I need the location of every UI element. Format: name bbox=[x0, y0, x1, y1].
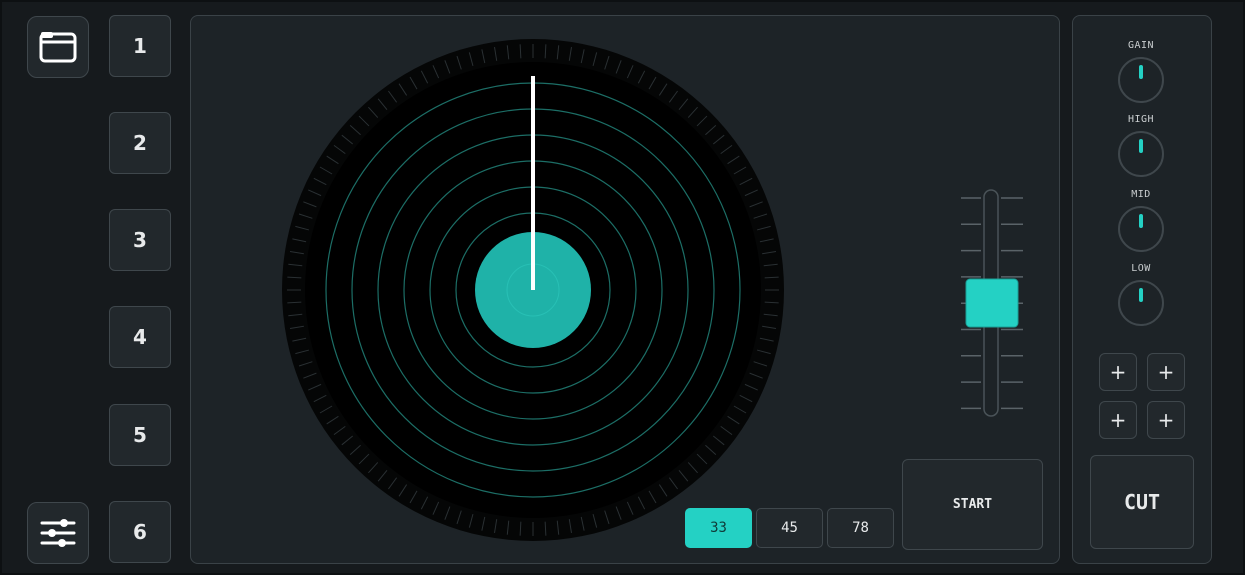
plus-icon: + bbox=[1109, 360, 1127, 384]
settings-button[interactable] bbox=[27, 502, 89, 564]
folder-button[interactable] bbox=[27, 16, 89, 78]
plus-icon: + bbox=[1157, 408, 1175, 432]
mid-knob[interactable] bbox=[1118, 206, 1164, 252]
plus-button-2[interactable]: + bbox=[1147, 353, 1185, 391]
high-knob[interactable] bbox=[1118, 131, 1164, 177]
tonearm-needle bbox=[531, 76, 535, 290]
pad-button-6[interactable]: 6 bbox=[109, 501, 171, 563]
pad-label: 6 bbox=[133, 520, 147, 544]
speed-45-button[interactable]: 45 bbox=[756, 508, 823, 548]
folder-icon bbox=[39, 32, 77, 63]
deck-panel: 33 45 78 START bbox=[190, 15, 1060, 564]
start-button[interactable]: START bbox=[902, 459, 1043, 550]
low-knob[interactable] bbox=[1118, 280, 1164, 326]
pad-label: 5 bbox=[133, 423, 147, 447]
speed-78-button[interactable]: 78 bbox=[827, 508, 894, 548]
pad-label: 1 bbox=[133, 34, 147, 58]
pad-label: 2 bbox=[133, 131, 147, 155]
knob-indicator bbox=[1139, 65, 1143, 79]
pad-button-2[interactable]: 2 bbox=[109, 112, 171, 174]
sliders-icon bbox=[40, 519, 76, 547]
knob-label-mid: MID bbox=[1131, 189, 1151, 200]
speed-label: 45 bbox=[781, 520, 798, 536]
cut-label: CUT bbox=[1123, 490, 1161, 514]
speed-33-button[interactable]: 33 bbox=[685, 508, 752, 548]
pad-label: 3 bbox=[133, 228, 147, 252]
fader-handle[interactable] bbox=[965, 278, 1019, 328]
knob-label-gain: GAIN bbox=[1127, 40, 1155, 51]
pitch-fader[interactable] bbox=[956, 186, 1026, 426]
knob-indicator bbox=[1139, 139, 1143, 153]
plus-icon: + bbox=[1157, 360, 1175, 384]
cut-button[interactable]: CUT bbox=[1090, 455, 1194, 549]
speed-label: 78 bbox=[852, 520, 869, 536]
speed-label: 33 bbox=[710, 520, 727, 536]
plus-icon: + bbox=[1109, 408, 1127, 432]
knob-label-low: LOW bbox=[1131, 263, 1151, 274]
plus-button-4[interactable]: + bbox=[1147, 401, 1185, 439]
pad-label: 4 bbox=[133, 325, 147, 349]
plus-button-3[interactable]: + bbox=[1099, 401, 1137, 439]
turntable-platter[interactable] bbox=[281, 38, 785, 542]
plus-button-1[interactable]: + bbox=[1099, 353, 1137, 391]
start-label: START bbox=[952, 497, 993, 512]
knob-indicator bbox=[1139, 288, 1143, 302]
app-frame: 1 2 3 4 5 6 33 45 78 START GAIN HIGH MID… bbox=[0, 0, 1245, 575]
pad-button-4[interactable]: 4 bbox=[109, 306, 171, 368]
pad-button-3[interactable]: 3 bbox=[109, 209, 171, 271]
mixer-panel: GAIN HIGH MID LOW + + + + CUT bbox=[1072, 15, 1212, 564]
gain-knob[interactable] bbox=[1118, 57, 1164, 103]
pad-button-5[interactable]: 5 bbox=[109, 404, 171, 466]
knob-label-high: HIGH bbox=[1127, 114, 1155, 125]
knob-indicator bbox=[1139, 214, 1143, 228]
pad-button-1[interactable]: 1 bbox=[109, 15, 171, 77]
